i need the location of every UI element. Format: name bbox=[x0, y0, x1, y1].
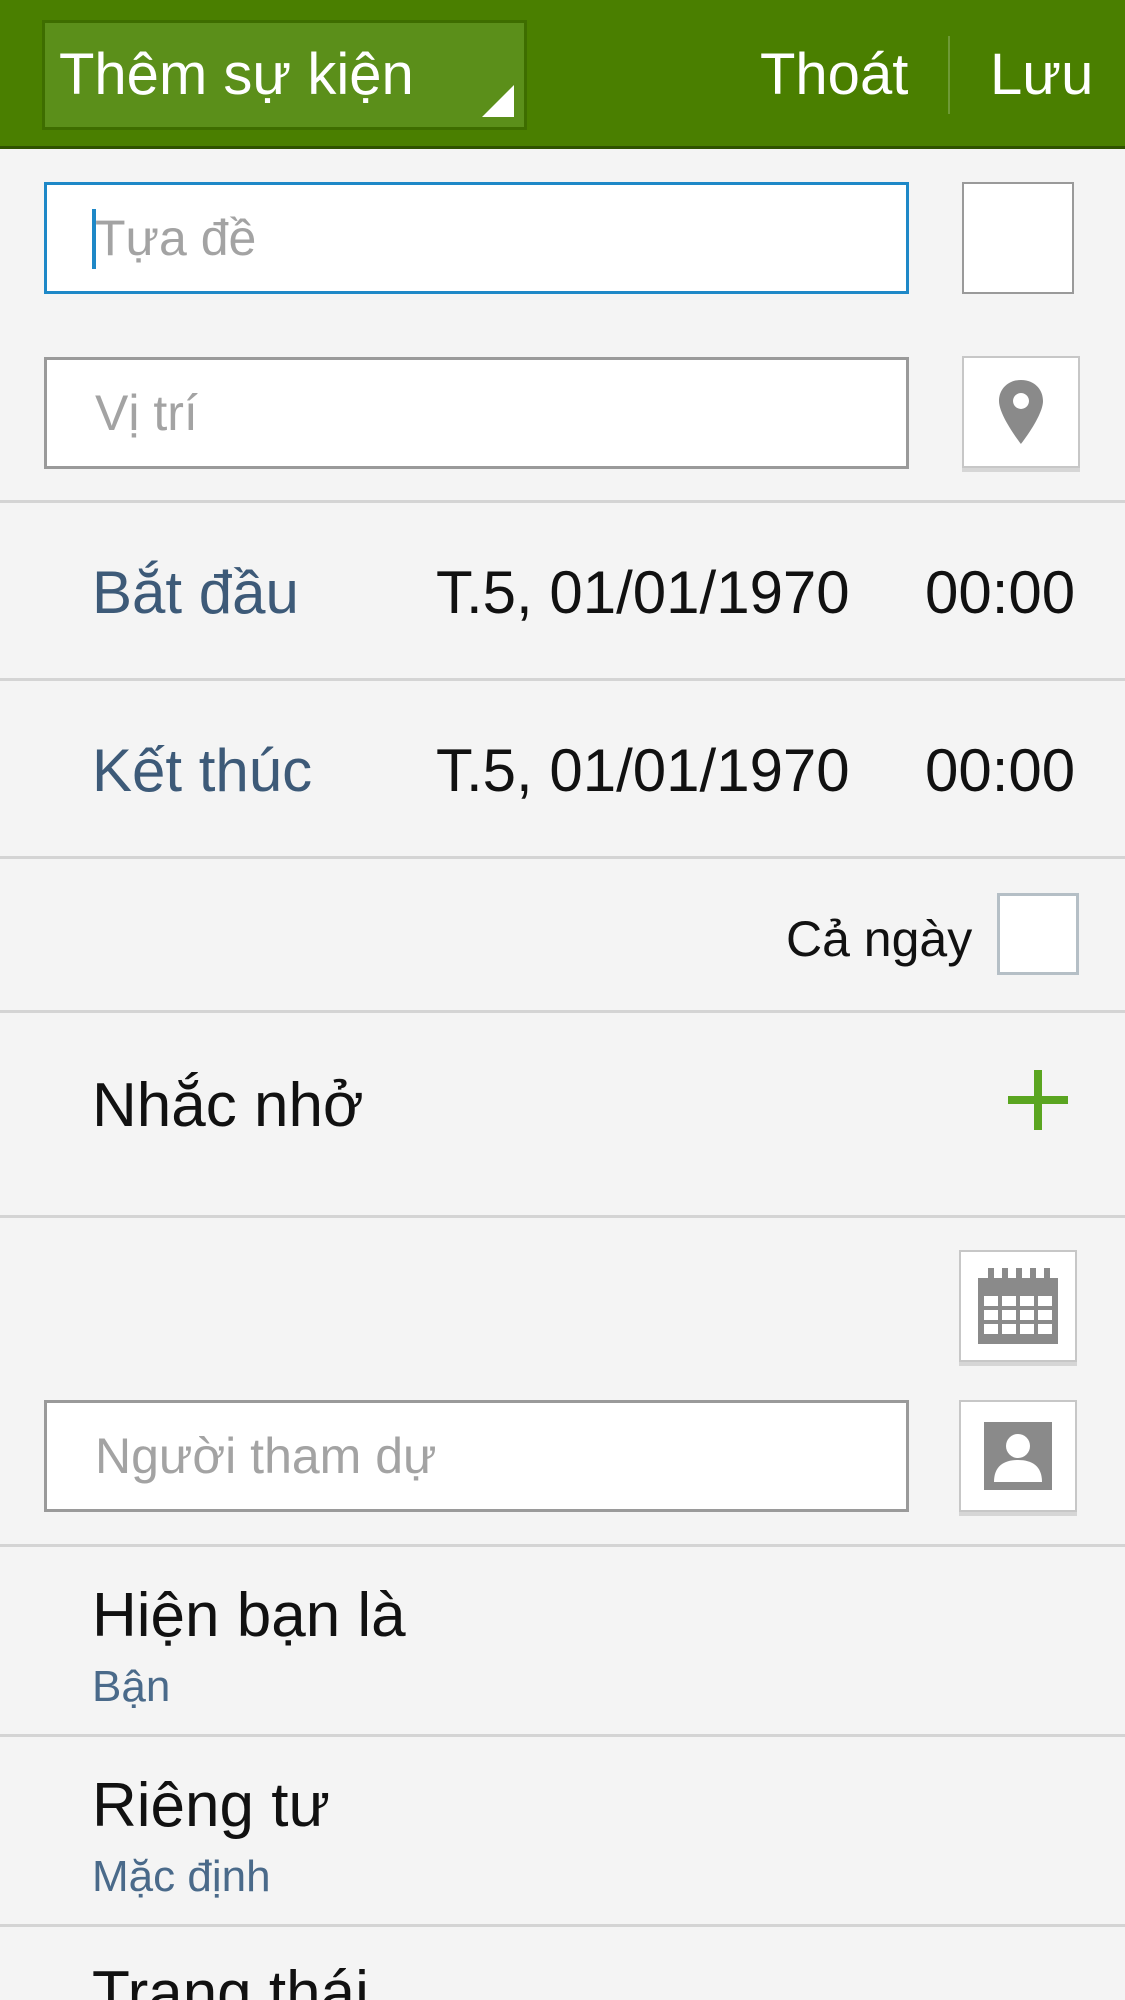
title-input[interactable]: Tựa đề bbox=[44, 182, 909, 294]
divider bbox=[0, 678, 1125, 681]
contact-icon bbox=[984, 1422, 1052, 1490]
divider bbox=[0, 1924, 1125, 1927]
status-label: Trạng thái bbox=[92, 1959, 369, 2000]
divider bbox=[0, 1215, 1125, 1218]
calendar-button[interactable] bbox=[959, 1250, 1077, 1362]
all-day-label: Cả ngày bbox=[786, 911, 973, 967]
location-button[interactable] bbox=[962, 356, 1080, 468]
dropdown-corner-icon bbox=[482, 85, 514, 117]
location-placeholder: Vị trí bbox=[95, 385, 198, 441]
title-placeholder: Tựa đề bbox=[95, 210, 257, 266]
contact-picker-button[interactable] bbox=[959, 1400, 1077, 1512]
show-as-label: Hiện bạn là bbox=[92, 1581, 406, 1650]
privacy-value: Mặc định bbox=[92, 1852, 271, 1901]
divider bbox=[0, 1734, 1125, 1737]
divider bbox=[0, 500, 1125, 503]
event-type-spinner[interactable]: Thêm sự kiện bbox=[42, 20, 527, 130]
divider bbox=[0, 1010, 1125, 1013]
action-separator bbox=[948, 36, 950, 114]
attendees-placeholder: Người tham dự bbox=[95, 1428, 437, 1484]
start-label: Bắt đầu bbox=[92, 559, 299, 626]
all-day-checkbox[interactable] bbox=[997, 893, 1079, 975]
reminder-label: Nhắc nhở bbox=[92, 1071, 364, 1140]
divider bbox=[0, 1544, 1125, 1547]
end-date[interactable]: T.5, 01/01/1970 bbox=[436, 736, 850, 805]
color-picker-button[interactable] bbox=[962, 182, 1074, 294]
calendar-icon bbox=[978, 1268, 1058, 1344]
event-type-label: Thêm sự kiện bbox=[59, 42, 414, 107]
app-bar: Thêm sự kiện Thoát Lưu bbox=[0, 0, 1125, 149]
exit-button[interactable]: Thoát bbox=[760, 20, 908, 130]
attendees-input[interactable]: Người tham dự bbox=[44, 1400, 909, 1512]
show-as-value: Bận bbox=[92, 1662, 171, 1711]
privacy-label: Riêng tư bbox=[92, 1771, 330, 1840]
map-pin-icon bbox=[999, 380, 1043, 444]
end-time[interactable]: 00:00 bbox=[925, 736, 1075, 805]
save-button[interactable]: Lưu bbox=[990, 20, 1093, 130]
divider bbox=[0, 856, 1125, 859]
start-time[interactable]: 00:00 bbox=[925, 558, 1075, 627]
plus-icon[interactable] bbox=[1008, 1070, 1068, 1130]
location-input[interactable]: Vị trí bbox=[44, 357, 909, 469]
start-date[interactable]: T.5, 01/01/1970 bbox=[436, 558, 850, 627]
end-label: Kết thúc bbox=[92, 737, 313, 804]
